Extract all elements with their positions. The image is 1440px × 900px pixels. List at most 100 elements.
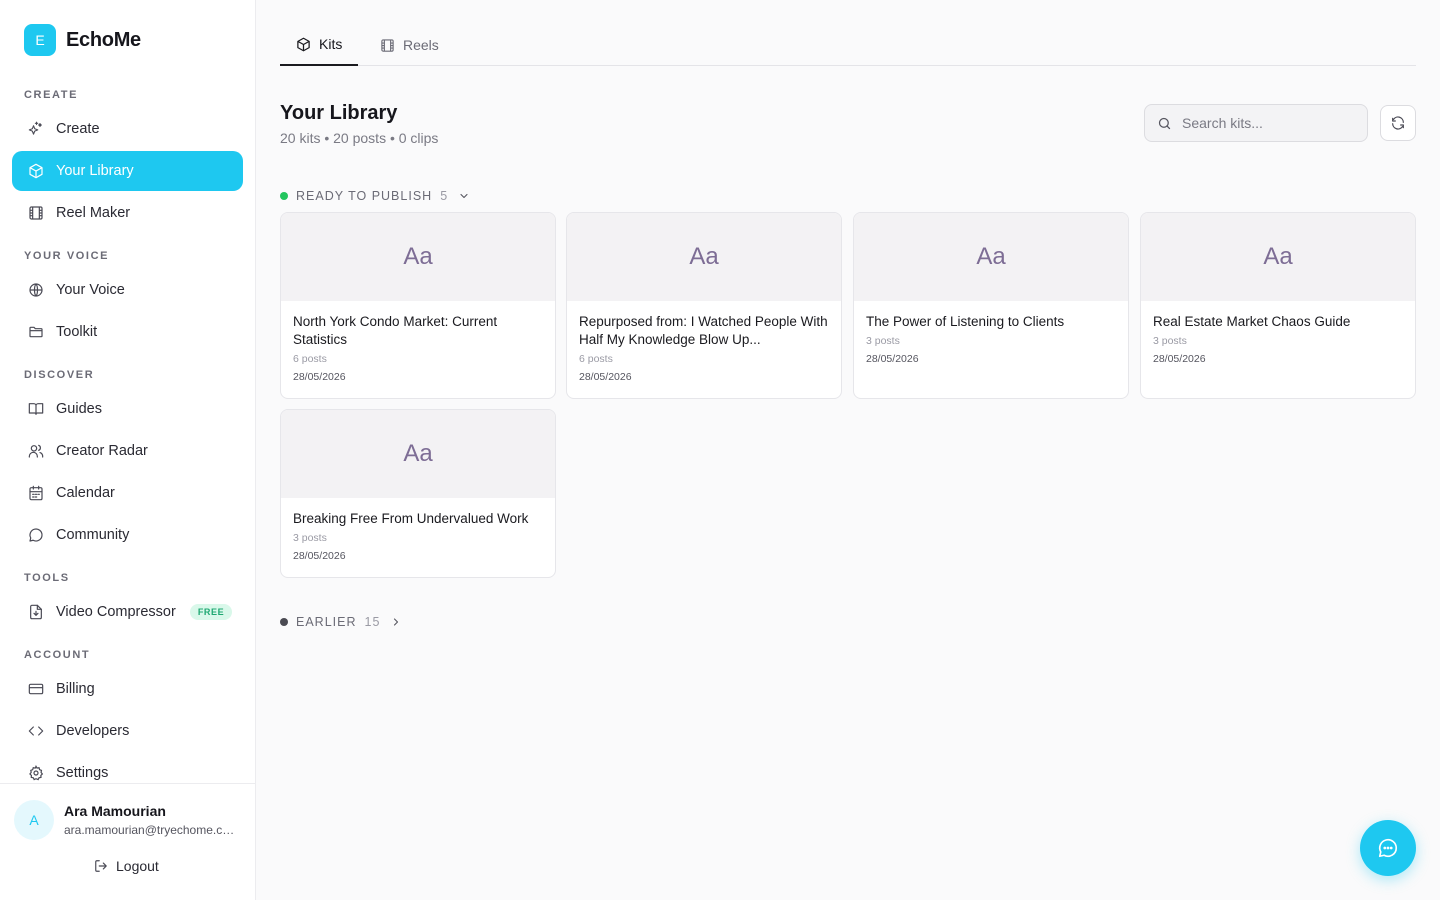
sidebar-item-label: Toolkit <box>56 324 98 340</box>
folder-icon <box>28 324 44 340</box>
logout-icon <box>95 860 107 872</box>
section-label-discover: DISCOVER <box>24 369 95 381</box>
section-label-your-voice: YOUR VOICE <box>24 250 110 262</box>
sidebar-item-label: Community <box>56 527 130 543</box>
section-label-tools: TOOLS <box>24 572 70 584</box>
refresh-icon <box>1392 116 1404 130</box>
kit-post-count: 3 posts <box>866 335 900 347</box>
section-label-account: ACCOUNT <box>24 649 91 661</box>
sidebar-item-calendar[interactable]: Calendar <box>12 473 243 513</box>
kit-thumbnail: Aa <box>281 410 555 498</box>
free-badge: FREE <box>189 604 233 620</box>
group-count: 15 <box>364 615 381 629</box>
sparkles-icon <box>28 121 44 137</box>
kit-post-count: 6 posts <box>579 353 613 365</box>
refresh-button[interactable] <box>1380 105 1416 141</box>
film-icon <box>381 38 394 52</box>
sidebar-item-label: Settings <box>56 765 109 781</box>
kit-post-count: 6 posts <box>293 353 327 365</box>
sidebar-item-label: Your Library <box>56 163 134 179</box>
tab-bar: Kits Reels <box>280 24 1416 66</box>
kit-card[interactable]: Aa Repurposed from: I Watched People Wit… <box>566 212 842 399</box>
kit-card[interactable]: Aa North York Condo Market: Current Stat… <box>280 212 556 399</box>
tab-reels[interactable]: Reels <box>364 24 455 66</box>
book-icon <box>28 401 44 417</box>
tab-label: Kits <box>319 36 343 52</box>
library-stats: 20 kits • 20 posts • 0 clips <box>280 130 439 146</box>
users-icon <box>28 443 44 459</box>
kit-date: 28/05/2026 <box>579 371 632 383</box>
kit-post-count: 3 posts <box>1153 335 1187 347</box>
sidebar-item-label: Reel Maker <box>56 205 131 221</box>
credit-card-icon <box>28 681 44 697</box>
globe-icon <box>28 282 44 298</box>
sidebar-item-reel-maker[interactable]: Reel Maker <box>12 193 243 233</box>
kit-card[interactable]: Aa Breaking Free From Undervalued Work 3… <box>280 409 556 578</box>
search-icon <box>1158 117 1171 129</box>
brand-name: EchoMe <box>66 28 141 51</box>
sidebar-item-developers[interactable]: Developers <box>12 711 243 751</box>
kit-card[interactable]: Aa The Power of Listening to Clients 3 p… <box>853 212 1129 399</box>
file-download-icon <box>28 604 44 620</box>
logout-label: Logout <box>116 858 159 874</box>
sidebar-item-label: Video Compressor <box>56 604 176 620</box>
chat-button[interactable] <box>1360 820 1416 876</box>
tab-label: Reels <box>403 37 439 53</box>
kit-thumbnail: Aa <box>854 213 1128 301</box>
kit-thumbnail: Aa <box>1141 213 1415 301</box>
box-icon <box>28 163 44 179</box>
kit-card[interactable]: Aa Real Estate Market Chaos Guide 3 post… <box>1140 212 1416 399</box>
sidebar-item-label: Calendar <box>56 485 115 501</box>
sidebar-item-billing[interactable]: Billing <box>12 669 243 709</box>
group-count: 5 <box>440 189 449 203</box>
brand[interactable]: E EchoMe <box>24 24 141 56</box>
kit-title: Breaking Free From Undervalued Work <box>293 511 529 526</box>
sidebar-item-video-compressor[interactable]: Video Compressor FREE <box>12 592 243 632</box>
sidebar-item-your-voice[interactable]: Your Voice <box>12 270 243 310</box>
sidebar-item-label: Creator Radar <box>56 443 148 459</box>
film-icon <box>28 205 44 221</box>
sidebar-item-creator-radar[interactable]: Creator Radar <box>12 431 243 471</box>
code-icon <box>28 723 44 739</box>
sidebar-item-label: Create <box>56 121 100 137</box>
sidebar-item-label: Guides <box>56 401 102 417</box>
gear-icon <box>28 765 44 781</box>
kit-thumbnail: Aa <box>281 213 555 301</box>
user-name: Ara Mamourian <box>64 803 166 819</box>
sidebar-item-label: Your Voice <box>56 282 125 298</box>
kit-date: 28/05/2026 <box>866 353 919 365</box>
kit-thumbnail: Aa <box>567 213 841 301</box>
status-dot <box>280 618 288 626</box>
sidebar-item-community[interactable]: Community <box>12 515 243 555</box>
group-earlier[interactable]: EARLIER 15 <box>280 615 402 629</box>
chevron-right-icon <box>394 618 399 626</box>
logout-button[interactable]: Logout <box>94 858 159 874</box>
search-input[interactable] <box>1182 115 1352 131</box>
user-email: ara.mamourian@tryechome.com <box>64 823 236 837</box>
avatar[interactable]: A <box>14 800 54 840</box>
chat-icon <box>1378 838 1398 858</box>
sidebar-item-toolkit[interactable]: Toolkit <box>12 312 243 352</box>
sidebar-item-guides[interactable]: Guides <box>12 389 243 429</box>
group-label: READY TO PUBLISH <box>296 189 433 203</box>
kit-date: 28/05/2026 <box>1153 353 1206 365</box>
main-content: Kits Reels Your Library 20 kits • 20 pos… <box>256 0 1440 900</box>
sidebar-item-library[interactable]: Your Library <box>12 151 243 191</box>
chevron-down-icon <box>460 193 468 199</box>
group-label: EARLIER <box>296 615 357 629</box>
search-box[interactable] <box>1144 104 1368 142</box>
kit-title: Real Estate Market Chaos Guide <box>1153 314 1351 329</box>
kit-title: The Power of Listening to Clients <box>866 314 1065 329</box>
sidebar-item-create[interactable]: Create <box>12 109 243 149</box>
group-ready-to-publish[interactable]: READY TO PUBLISH 5 <box>280 189 470 203</box>
sidebar-item-label: Developers <box>56 723 130 739</box>
tab-kits[interactable]: Kits <box>280 24 359 66</box>
box-icon <box>297 37 310 51</box>
kit-title: Repurposed from: I Watched People With H… <box>579 314 828 347</box>
user-profile: A Ara Mamourian ara.mamourian@tryechome.… <box>0 783 255 900</box>
brand-logo: E <box>24 24 56 56</box>
kit-title: North York Condo Market: Current Statist… <box>293 314 498 347</box>
kit-post-count: 3 posts <box>293 532 327 544</box>
calendar-icon <box>28 485 44 501</box>
section-label-create: CREATE <box>24 89 79 101</box>
